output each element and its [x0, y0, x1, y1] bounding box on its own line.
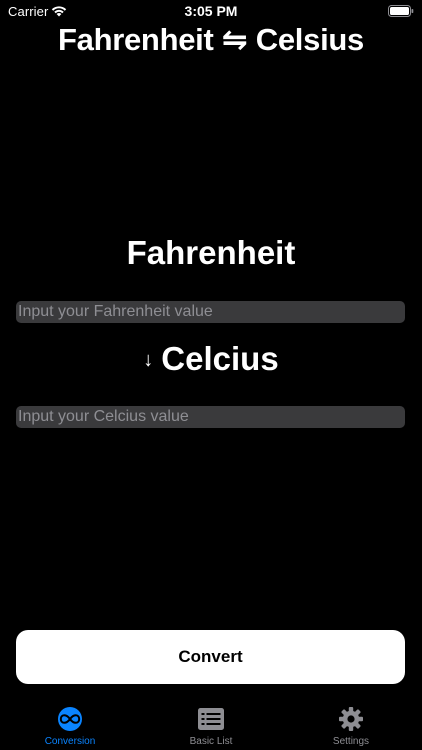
arrow-down-icon: ↓: [143, 348, 154, 371]
fahrenheit-heading: Fahrenheit: [126, 234, 296, 271]
tab-settings-label: Settings: [332, 736, 370, 747]
tab-conversion[interactable]: Conversion: [0, 700, 140, 750]
status-bar: Carrier 3:05 PM: [0, 0, 422, 22]
celsius-input[interactable]: [16, 406, 405, 428]
tab-basic-list[interactable]: Basic List: [141, 700, 281, 750]
tab-settings[interactable]: Settings: [281, 700, 421, 750]
celsius-heading-text: Celcius: [161, 340, 279, 377]
status-time: 3:05 PM: [184, 3, 238, 19]
celsius-heading: ↓ Celcius: [0, 340, 422, 378]
tab-bar: Conversion Basic List Settings: [0, 700, 422, 750]
battery-icon: [388, 5, 414, 17]
fahrenheit-input[interactable]: [16, 301, 405, 323]
convert-button[interactable]: Convert: [16, 630, 405, 684]
page-title: Fahrenheit ⇋ Celsius: [58, 22, 364, 57]
infinity-icon: [58, 707, 82, 731]
tab-basic-list-label: Basic List: [189, 736, 233, 747]
tab-conversion-label: Conversion: [44, 736, 96, 747]
list-icon: [198, 708, 224, 730]
gear-icon: [339, 707, 363, 731]
